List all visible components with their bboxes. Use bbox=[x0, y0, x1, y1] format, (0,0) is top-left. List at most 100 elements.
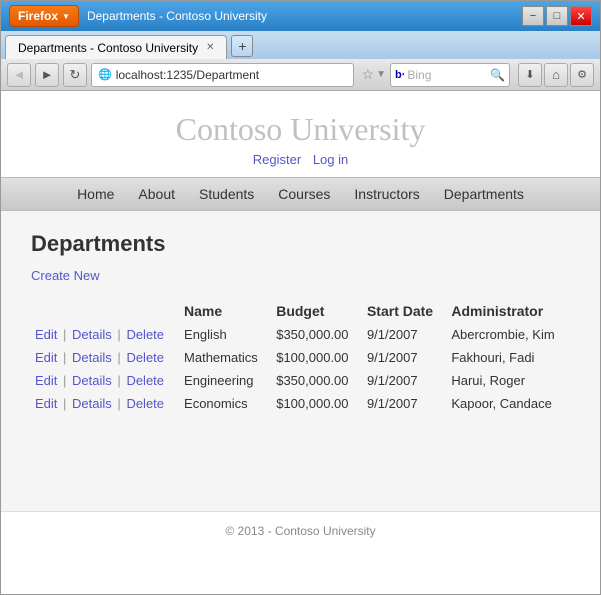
window-controls: − □ ✕ bbox=[522, 6, 592, 26]
toolbar-icons: ⬇ ⌂ ⚙ bbox=[518, 63, 594, 87]
tab-close-button[interactable]: ✕ bbox=[206, 42, 214, 53]
row-name: Engineering bbox=[180, 369, 272, 392]
maximize-button[interactable]: □ bbox=[546, 6, 568, 26]
tab-label: Departments - Contoso University bbox=[18, 41, 198, 55]
row-administrator: Kapoor, Candace bbox=[447, 392, 570, 415]
row-start-date: 9/1/2007 bbox=[363, 346, 447, 369]
main-nav: Home About Students Courses Instructors … bbox=[1, 177, 600, 211]
search-icon[interactable]: 🔍 bbox=[490, 68, 505, 82]
edit-link[interactable]: Edit bbox=[35, 396, 57, 411]
sep2: | bbox=[117, 396, 120, 411]
row-actions: Edit | Details | Delete bbox=[31, 346, 180, 369]
address-icon: 🌐 bbox=[98, 68, 112, 81]
search-placeholder: Bing bbox=[407, 68, 431, 82]
details-link[interactable]: Details bbox=[72, 373, 112, 388]
row-administrator: Harui, Roger bbox=[447, 369, 570, 392]
search-bar[interactable]: b· Bing 🔍 bbox=[390, 63, 510, 87]
nav-courses[interactable]: Courses bbox=[266, 186, 342, 202]
nav-students[interactable]: Students bbox=[187, 186, 266, 202]
sep1: | bbox=[63, 396, 66, 411]
bookmark-down-icon[interactable]: ▼ bbox=[376, 69, 386, 80]
firefox-menu-button[interactable]: Firefox bbox=[9, 5, 79, 27]
col-actions-header bbox=[31, 299, 180, 323]
sep1: | bbox=[63, 327, 66, 342]
footer-text: © 2013 - Contoso University bbox=[225, 524, 375, 538]
nav-home[interactable]: Home bbox=[65, 186, 126, 202]
close-button[interactable]: ✕ bbox=[570, 6, 592, 26]
login-link[interactable]: Log in bbox=[313, 152, 348, 167]
col-budget-header: Budget bbox=[272, 299, 363, 323]
download-button[interactable]: ⬇ bbox=[518, 63, 542, 87]
row-actions: Edit | Details | Delete bbox=[31, 323, 180, 346]
content-area: Departments Create New Name Budget Start… bbox=[1, 211, 600, 511]
bookmark-icon[interactable]: ☆ bbox=[362, 66, 375, 83]
settings-button[interactable]: ⚙ bbox=[570, 63, 594, 87]
row-name: Mathematics bbox=[180, 346, 272, 369]
page-header: Contoso University Register Log in bbox=[1, 91, 600, 177]
row-start-date: 9/1/2007 bbox=[363, 392, 447, 415]
details-link[interactable]: Details bbox=[72, 350, 112, 365]
departments-table: Name Budget Start Date Administrator Edi… bbox=[31, 299, 570, 415]
row-actions: Edit | Details | Delete bbox=[31, 392, 180, 415]
row-budget: $100,000.00 bbox=[272, 392, 363, 415]
row-budget: $100,000.00 bbox=[272, 346, 363, 369]
nav-bar: ◄ ► ↻ 🌐 localhost:1235/Department ☆ ▼ b·… bbox=[1, 59, 600, 91]
col-startdate-header: Start Date bbox=[363, 299, 447, 323]
firefox-label: Firefox bbox=[18, 9, 58, 23]
forward-button[interactable]: ► bbox=[35, 63, 59, 87]
row-administrator: Abercrombie, Kim bbox=[447, 323, 570, 346]
sep2: | bbox=[117, 373, 120, 388]
delete-link[interactable]: Delete bbox=[126, 327, 164, 342]
row-administrator: Fakhouri, Fadi bbox=[447, 346, 570, 369]
details-link[interactable]: Details bbox=[72, 327, 112, 342]
minimize-button[interactable]: − bbox=[522, 6, 544, 26]
sep2: | bbox=[117, 350, 120, 365]
col-admin-header: Administrator bbox=[447, 299, 570, 323]
auth-links: Register Log in bbox=[1, 152, 600, 167]
page-footer: © 2013 - Contoso University bbox=[1, 511, 600, 550]
title-text: Departments - Contoso University bbox=[87, 9, 514, 23]
row-start-date: 9/1/2007 bbox=[363, 369, 447, 392]
sep1: | bbox=[63, 373, 66, 388]
table-row: Edit | Details | Delete Economics $100,0… bbox=[31, 392, 570, 415]
delete-link[interactable]: Delete bbox=[126, 396, 164, 411]
browser-window: Firefox Departments - Contoso University… bbox=[0, 0, 601, 595]
page-heading: Departments bbox=[31, 231, 570, 257]
edit-link[interactable]: Edit bbox=[35, 373, 57, 388]
page-content: Contoso University Register Log in Home … bbox=[1, 91, 600, 594]
table-row: Edit | Details | Delete Engineering $350… bbox=[31, 369, 570, 392]
address-bar[interactable]: 🌐 localhost:1235/Department bbox=[91, 63, 354, 87]
delete-link[interactable]: Delete bbox=[126, 350, 164, 365]
address-text: localhost:1235/Department bbox=[116, 68, 259, 82]
sep1: | bbox=[63, 350, 66, 365]
create-new-link[interactable]: Create New bbox=[31, 268, 100, 283]
tab-bar: Departments - Contoso University ✕ + bbox=[1, 31, 600, 59]
delete-link[interactable]: Delete bbox=[126, 373, 164, 388]
register-link[interactable]: Register bbox=[253, 152, 301, 167]
bing-logo: b· bbox=[395, 69, 405, 81]
site-title: Contoso University bbox=[1, 111, 600, 148]
col-name-header: Name bbox=[180, 299, 272, 323]
sep2: | bbox=[117, 327, 120, 342]
home-button[interactable]: ⌂ bbox=[544, 63, 568, 87]
edit-link[interactable]: Edit bbox=[35, 350, 57, 365]
row-name: English bbox=[180, 323, 272, 346]
table-header-row: Name Budget Start Date Administrator bbox=[31, 299, 570, 323]
nav-instructors[interactable]: Instructors bbox=[342, 186, 431, 202]
row-actions: Edit | Details | Delete bbox=[31, 369, 180, 392]
details-link[interactable]: Details bbox=[72, 396, 112, 411]
row-name: Economics bbox=[180, 392, 272, 415]
back-button[interactable]: ◄ bbox=[7, 63, 31, 87]
nav-departments[interactable]: Departments bbox=[432, 186, 536, 202]
nav-about[interactable]: About bbox=[126, 186, 187, 202]
new-tab-button[interactable]: + bbox=[231, 35, 253, 57]
title-bar: Firefox Departments - Contoso University… bbox=[1, 1, 600, 31]
row-budget: $350,000.00 bbox=[272, 369, 363, 392]
table-row: Edit | Details | Delete English $350,000… bbox=[31, 323, 570, 346]
table-row: Edit | Details | Delete Mathematics $100… bbox=[31, 346, 570, 369]
refresh-button[interactable]: ↻ bbox=[63, 63, 87, 87]
edit-link[interactable]: Edit bbox=[35, 327, 57, 342]
row-start-date: 9/1/2007 bbox=[363, 323, 447, 346]
active-tab[interactable]: Departments - Contoso University ✕ bbox=[5, 35, 227, 59]
row-budget: $350,000.00 bbox=[272, 323, 363, 346]
